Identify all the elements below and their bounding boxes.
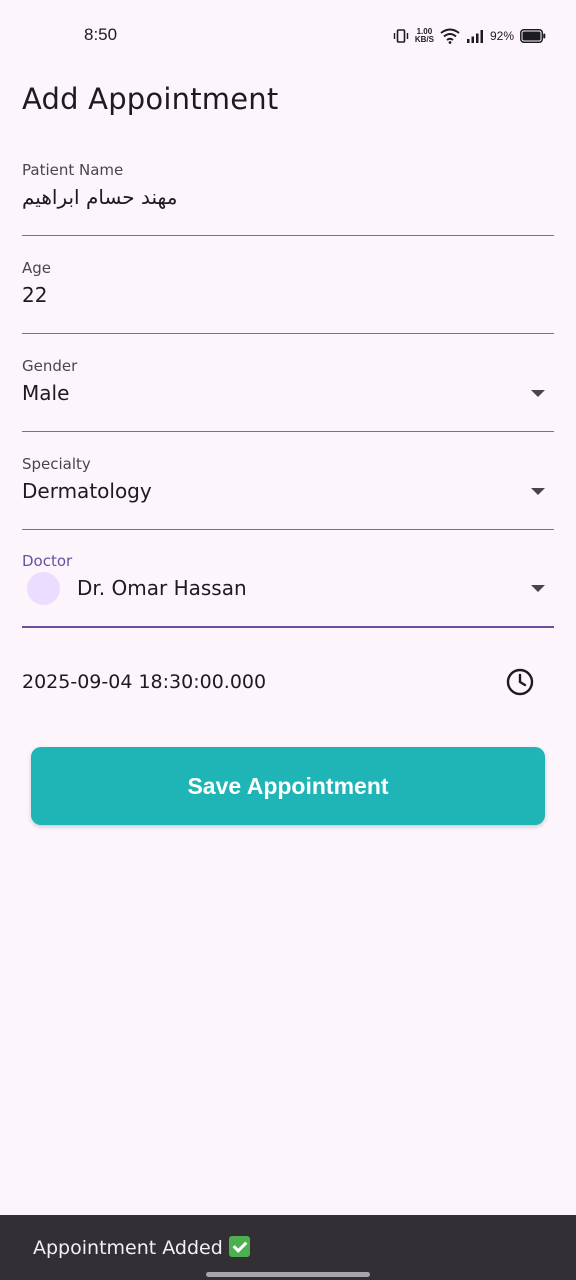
patient-name-label: Patient Name [22, 161, 124, 179]
snackbar-message-wrap: Appointment Added [33, 1236, 250, 1259]
dropdown-arrow-icon[interactable] [531, 390, 545, 397]
age-value: 22 [22, 283, 48, 307]
doctor-label: Doctor [22, 552, 73, 570]
patient-name-value: مهند حسام ابراهيم [22, 185, 178, 209]
network-speed: 1.00 KB/S [415, 28, 434, 44]
gender-value: Male [22, 381, 70, 405]
age-field[interactable]: Age 22 [22, 259, 554, 334]
battery-icon [520, 29, 546, 43]
gender-dropdown[interactable]: Gender Male [22, 357, 554, 432]
status-time: 8:50 [84, 25, 118, 44]
doctor-avatar [27, 572, 60, 605]
dropdown-arrow-icon[interactable] [531, 488, 545, 495]
network-speed-unit: KB/S [414, 35, 434, 44]
status-icons: 1.00 KB/S 92% [393, 26, 546, 46]
status-bar: 8:50 1.00 KB/S 92% [0, 0, 576, 72]
snackbar: Appointment Added [0, 1215, 576, 1280]
appointment-datetime-row: 2025-09-04 18:30:00.000 [22, 664, 554, 700]
wifi-icon [440, 28, 460, 44]
home-indicator[interactable] [206, 1272, 370, 1277]
specialty-value: Dermatology [22, 479, 152, 503]
snackbar-message: Appointment Added [33, 1237, 223, 1259]
specialty-dropdown[interactable]: Specialty Dermatology [22, 455, 554, 530]
gender-label: Gender [22, 357, 78, 375]
doctor-dropdown[interactable]: Doctor Dr. Omar Hassan [22, 552, 554, 628]
clock-icon[interactable] [502, 664, 538, 700]
battery-percent: 92% [489, 29, 514, 43]
age-label: Age [22, 259, 52, 277]
save-appointment-button[interactable]: Save Appointment [31, 747, 545, 825]
specialty-label: Specialty [22, 455, 91, 473]
page-title: Add Appointment [22, 82, 279, 116]
doctor-value: Dr. Omar Hassan [77, 576, 247, 600]
add-appointment-screen: 8:50 1.00 KB/S 92% Add Appointment Patie… [0, 0, 576, 1280]
check-mark-icon [228, 1236, 250, 1257]
dropdown-arrow-icon[interactable] [531, 585, 545, 592]
signal-icon [466, 29, 484, 43]
appointment-datetime: 2025-09-04 18:30:00.000 [22, 671, 267, 693]
patient-name-field[interactable]: Patient Name مهند حسام ابراهيم [22, 161, 554, 236]
vibrate-icon [393, 28, 409, 44]
